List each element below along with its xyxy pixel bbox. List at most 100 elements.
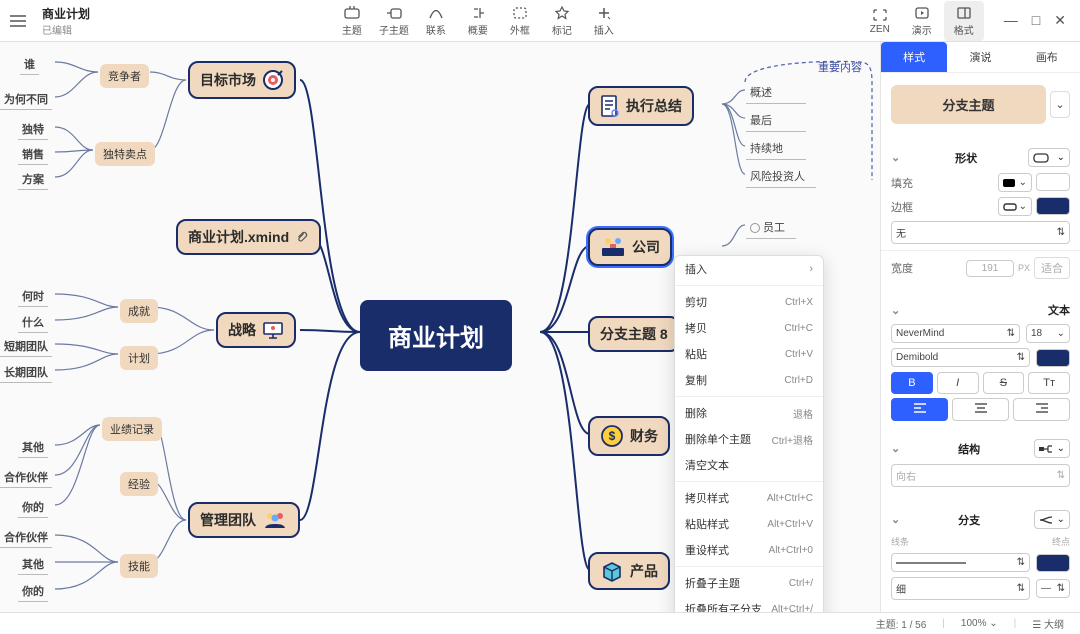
minimize-button[interactable]: — <box>1004 12 1018 29</box>
tool-marker[interactable]: 标记 <box>542 1 582 41</box>
leaf-what[interactable]: 什么 <box>18 312 48 333</box>
zoom-control[interactable]: 100% ⌄ <box>961 618 998 629</box>
ctx-paste-style[interactable]: 粘贴样式Alt+Ctrl+V <box>675 511 823 537</box>
leaf-other1[interactable]: 其他 <box>18 437 48 458</box>
tool-summary[interactable]: 概要 <box>458 1 498 41</box>
node-target-market[interactable]: 目标市场 <box>188 61 296 99</box>
node-root[interactable]: 商业计划 <box>360 300 512 371</box>
width-input[interactable]: 191 <box>966 260 1014 277</box>
leaf-partner1[interactable]: 合作伙伴 <box>0 467 52 488</box>
node-exp[interactable]: 经验 <box>120 472 158 496</box>
section-shape[interactable]: 形状 ⌄ <box>891 148 1070 167</box>
node-branch8[interactable]: 分支主题 8 <box>588 316 680 352</box>
leaf-longteam[interactable]: 长期团队 <box>0 362 52 383</box>
leaf-shortteam[interactable]: 短期团队 <box>0 336 52 357</box>
line-style-select[interactable]: 无⇅ <box>891 221 1070 244</box>
leaf-partner2[interactable]: 合作伙伴 <box>0 527 52 548</box>
node-exec-summary[interactable]: 执行总结 <box>588 86 694 126</box>
node-finance[interactable]: $ 财务 <box>588 416 670 456</box>
close-button[interactable]: ✕ <box>1054 12 1066 29</box>
style-preset-dropdown[interactable]: ⌄ <box>1050 91 1070 118</box>
align-right-button[interactable] <box>1013 398 1070 421</box>
chip-final[interactable]: 最后 <box>746 110 806 132</box>
leaf-whydiff[interactable]: 为何不同 <box>0 89 52 110</box>
node-competitor[interactable]: 竞争者 <box>100 64 149 88</box>
line-thickness-select[interactable]: 细⇅ <box>891 577 1030 600</box>
ctx-insert[interactable]: 插入 <box>675 256 823 282</box>
line-pattern-select[interactable]: ⇅ <box>891 553 1030 572</box>
mindmap-canvas[interactable]: 商业计划 目标市场 商业计划.xmind 战略 管理团队 竞争者 独特卖点 谁 … <box>0 42 880 612</box>
tab-canvas[interactable]: 画布 <box>1014 42 1080 72</box>
leaf-your2[interactable]: 你的 <box>18 581 48 602</box>
font-select[interactable]: NeverMind⇅ <box>891 324 1020 343</box>
ctx-fold-all[interactable]: 折叠所有子分支Alt+Ctrl+/ <box>675 596 823 612</box>
section-structure[interactable]: 结构 ⌄ <box>891 439 1070 458</box>
leaf-your1[interactable]: 你的 <box>18 497 48 518</box>
node-company[interactable]: 公司 <box>588 228 672 266</box>
ctx-duplicate[interactable]: 复制Ctrl+D <box>675 367 823 393</box>
ctx-copy[interactable]: 拷贝Ctrl+C <box>675 315 823 341</box>
node-file-xmind[interactable]: 商业计划.xmind <box>176 219 321 255</box>
node-strategy[interactable]: 战略 <box>216 312 296 348</box>
chip-sustain[interactable]: 持续地 <box>746 138 806 160</box>
leaf-when[interactable]: 何时 <box>18 286 48 307</box>
fit-button[interactable]: 适合 <box>1034 257 1070 279</box>
leaf-plan[interactable]: 方案 <box>18 169 48 190</box>
section-text[interactable]: 文本 <box>891 302 1070 318</box>
fill-color-swatch[interactable] <box>1036 173 1070 191</box>
chip-investor[interactable]: 风险投资人 <box>746 166 816 188</box>
ctx-cut[interactable]: 剪切Ctrl+X <box>675 289 823 315</box>
ctx-fold[interactable]: 折叠子主题Ctrl+/ <box>675 570 823 596</box>
leaf-other2[interactable]: 其他 <box>18 554 48 575</box>
ctx-delete[interactable]: 删除退格 <box>675 400 823 426</box>
chip-employee[interactable]: 员工 <box>746 217 796 239</box>
node-skill[interactable]: 技能 <box>120 554 158 578</box>
ctx-clear-text[interactable]: 清空文本 <box>675 452 823 478</box>
shape-type-select[interactable]: ⌄ <box>1028 148 1070 167</box>
ctx-delete-single[interactable]: 删除单个主题Ctrl+退格 <box>675 426 823 452</box>
border-mode-select[interactable]: ⌄ <box>998 197 1032 216</box>
node-record[interactable]: 业绩记录 <box>102 417 162 441</box>
maximize-button[interactable]: □ <box>1032 12 1040 29</box>
node-achieve[interactable]: 成就 <box>120 299 158 323</box>
struct-direction-select[interactable]: 向右⇅ <box>891 464 1070 487</box>
branch-shape-select[interactable]: ⌄ <box>1034 510 1070 529</box>
tab-pitch[interactable]: 演说 <box>947 42 1013 72</box>
structure-type-select[interactable]: ⌄ <box>1034 439 1070 458</box>
align-center-button[interactable] <box>952 398 1009 421</box>
case-button[interactable]: Tт <box>1028 372 1070 394</box>
ctx-copy-style[interactable]: 拷贝样式Alt+Ctrl+C <box>675 485 823 511</box>
border-color-swatch[interactable] <box>1036 197 1070 215</box>
tool-relation[interactable]: 联系 <box>416 1 456 41</box>
leaf-who[interactable]: 谁 <box>20 54 39 75</box>
font-size-select[interactable]: 18⌄ <box>1026 324 1070 343</box>
chip-overview[interactable]: 概述 <box>746 82 806 104</box>
node-usp[interactable]: 独特卖点 <box>95 142 155 166</box>
tool-present[interactable]: 演示 <box>902 1 942 41</box>
fill-mode-select[interactable]: ⌄ <box>998 173 1032 192</box>
tab-style[interactable]: 样式 <box>881 42 947 72</box>
tool-insert[interactable]: 插入 <box>584 1 624 41</box>
line-color-swatch[interactable] <box>1036 554 1070 572</box>
align-left-button[interactable] <box>891 398 948 421</box>
tool-topic[interactable]: 主题 <box>332 1 372 41</box>
bold-button[interactable]: B <box>891 372 933 394</box>
tool-format[interactable]: 格式 <box>944 1 984 41</box>
style-preset-button[interactable]: 分支主题 <box>891 85 1046 124</box>
ctx-paste[interactable]: 粘贴Ctrl+V <box>675 341 823 367</box>
node-team[interactable]: 管理团队 <box>188 502 300 538</box>
tool-boundary[interactable]: 外框 <box>500 1 540 41</box>
node-product[interactable]: 产品 <box>588 552 670 590</box>
tool-zen[interactable]: ZEN <box>860 1 900 41</box>
outline-toggle[interactable]: ☰ 大纲 <box>1032 616 1064 631</box>
leaf-unique[interactable]: 独特 <box>18 119 48 140</box>
node-plan2[interactable]: 计划 <box>120 346 158 370</box>
strike-button[interactable]: S <box>983 372 1025 394</box>
font-weight-select[interactable]: Demibold⇅ <box>891 348 1030 367</box>
tool-subtopic[interactable]: 子主题 <box>374 1 414 41</box>
section-branch[interactable]: 分支 ⌄ <box>891 510 1070 529</box>
italic-button[interactable]: I <box>937 372 979 394</box>
leaf-sales[interactable]: 销售 <box>18 144 48 165</box>
hamburger-button[interactable] <box>0 0 36 42</box>
line-end-select[interactable]: —⇅ <box>1036 579 1070 598</box>
